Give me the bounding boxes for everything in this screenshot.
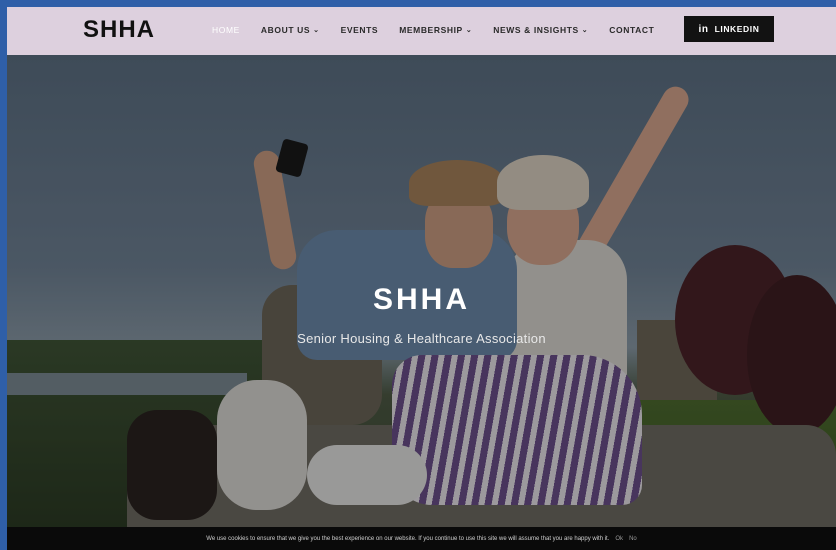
nav-item-news-insights[interactable]: NEWS & INSIGHTS ⌄ [493, 25, 588, 35]
hero-banner: SHHA Senior Housing & Healthcare Associa… [7, 55, 836, 527]
nav-label: NEWS & INSIGHTS [493, 25, 579, 35]
nav-item-about-us[interactable]: ABOUT US ⌄ [261, 25, 320, 35]
chevron-down-icon: ⌄ [581, 27, 589, 34]
cookie-no-button[interactable]: No [629, 536, 637, 542]
nav-label: EVENTS [340, 25, 379, 35]
nav-item-events[interactable]: EVENTS [341, 25, 379, 35]
main-nav: HOME ABOUT US ⌄ EVENTS MEMBERSHIP ⌄ NEWS… [212, 25, 675, 35]
nav-label: MEMBERSHIP [399, 25, 463, 35]
cookie-bar: We use cookies to ensure that we give yo… [7, 527, 836, 550]
chevron-down-icon: ⌄ [313, 27, 320, 34]
linkedin-button[interactable]: in LINKEDIN [684, 16, 774, 42]
cookie-text: We use cookies to ensure that we give yo… [206, 535, 610, 542]
cookie-ok-button[interactable]: Ok [615, 536, 623, 542]
nav-item-home[interactable]: HOME [212, 25, 240, 35]
hero-subtitle: Senior Housing & Healthcare Association [297, 331, 546, 346]
nav-label: CONTACT [609, 25, 655, 35]
nav-label: ABOUT US [260, 25, 311, 35]
linkedin-label: LINKEDIN [714, 24, 760, 34]
page-frame: SHHA HOME ABOUT US ⌄ EVENTS MEMBERSHIP ⌄… [7, 7, 836, 550]
site-header: SHHA HOME ABOUT US ⌄ EVENTS MEMBERSHIP ⌄… [7, 7, 836, 55]
hero-title: SHHA [372, 283, 470, 316]
linkedin-icon: in [698, 23, 709, 35]
nav-item-membership[interactable]: MEMBERSHIP ⌄ [399, 25, 472, 35]
nav-item-contact[interactable]: CONTACT [609, 25, 654, 35]
nav-label: HOME [212, 25, 240, 35]
chevron-down-icon: ⌄ [465, 27, 473, 34]
site-logo[interactable]: SHHA [83, 16, 155, 44]
